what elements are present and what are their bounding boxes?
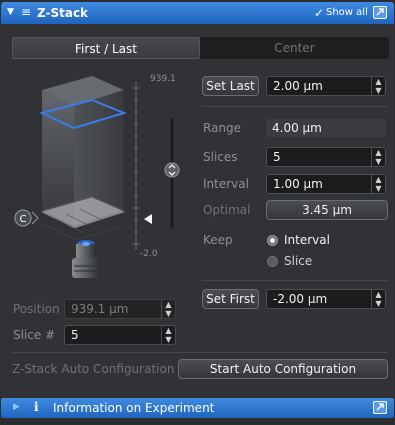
slice-number-label: Slice # — [13, 328, 56, 342]
start-auto-configuration-button[interactable]: Start Auto Configuration — [178, 359, 388, 379]
optimal-button[interactable]: 3.45 µm — [266, 200, 388, 220]
keep-interval-radio[interactable] — [267, 235, 278, 246]
range-value: 4.00 µm — [266, 119, 386, 137]
range-label: Range — [203, 121, 242, 135]
position-stepper[interactable]: ▲ ▼ — [161, 300, 175, 318]
tab-first-last[interactable]: First / Last — [12, 37, 200, 59]
z-scale-ruler — [132, 82, 140, 250]
information-on-experiment-header[interactable]: ▶ i Information on Experiment — [1, 398, 394, 418]
expand-triangle-icon[interactable]: ▶ — [13, 402, 20, 412]
divider — [202, 280, 388, 281]
detach-window-icon[interactable] — [373, 401, 387, 414]
slices-stepper[interactable]: ▲ ▼ — [371, 148, 385, 166]
position-field[interactable]: 939.1 µm ▲ ▼ — [64, 299, 176, 319]
position-label: Position — [13, 302, 60, 316]
focus-slider-handle[interactable] — [164, 162, 180, 178]
center-marker-icon[interactable]: C — [14, 209, 39, 227]
last-position-stepper[interactable]: ▲ ▼ — [371, 77, 385, 95]
interval-value: 1.00 µm — [273, 177, 323, 191]
tab-center[interactable]: Center — [200, 37, 389, 59]
slice-number-field[interactable]: 5 ▲ ▼ — [64, 325, 176, 345]
show-all-toggle[interactable]: Show all — [326, 7, 368, 18]
zstack-header[interactable]: ▼ ≡ Z-Stack ✓ Show all — [1, 2, 394, 24]
objective-lens-icon — [72, 240, 100, 278]
mode-tabs: First / Last Center — [12, 37, 389, 59]
first-position-value: -2.00 µm — [273, 292, 328, 306]
slice-number-stepper[interactable]: ▲ ▼ — [161, 326, 175, 344]
info-icon: i — [34, 400, 39, 414]
slices-field[interactable]: 5 ▲ ▼ — [266, 147, 386, 167]
slices-label: Slices — [203, 150, 238, 164]
zstack-visualization[interactable]: C 939.1 -2.0 — [14, 68, 196, 288]
keep-interval-label[interactable]: Interval — [284, 233, 330, 247]
menu-icon[interactable]: ≡ — [21, 5, 31, 19]
collapse-triangle-icon[interactable]: ▼ — [7, 7, 14, 17]
scale-bottom-label: -2.0 — [140, 249, 158, 259]
keep-slice-radio[interactable] — [267, 256, 278, 267]
first-position-stepper[interactable]: ▲ ▼ — [371, 290, 385, 308]
detach-window-icon[interactable] — [373, 6, 387, 19]
set-last-button[interactable]: Set Last — [202, 76, 259, 96]
last-position-field[interactable]: 2.00 µm ▲ ▼ — [266, 76, 386, 96]
divider — [12, 352, 388, 353]
set-first-button[interactable]: Set First — [202, 289, 259, 309]
checkmark-icon: ✓ — [314, 6, 325, 20]
panel-title: Z-Stack — [37, 6, 89, 20]
slices-value: 5 — [273, 150, 281, 164]
slice-number-value: 5 — [71, 328, 79, 342]
interval-field[interactable]: 1.00 µm ▲ ▼ — [266, 174, 386, 194]
keep-slice-label[interactable]: Slice — [284, 254, 312, 268]
optimal-label: Optimal — [203, 203, 251, 217]
current-position-arrow-icon[interactable] — [144, 214, 152, 224]
first-position-field[interactable]: -2.00 µm ▲ ▼ — [266, 289, 386, 309]
last-position-value: 2.00 µm — [273, 79, 323, 93]
divider — [202, 106, 388, 107]
scale-top-label: 939.1 — [150, 74, 176, 84]
interval-label: Interval — [203, 177, 249, 191]
keep-label: Keep — [203, 233, 233, 247]
auto-config-label: Z-Stack Auto Configuration — [12, 362, 175, 376]
svg-text:C: C — [20, 214, 27, 225]
position-value: 939.1 µm — [71, 302, 129, 316]
interval-stepper[interactable]: ▲ ▼ — [371, 175, 385, 193]
section-title: Information on Experiment — [53, 401, 215, 415]
